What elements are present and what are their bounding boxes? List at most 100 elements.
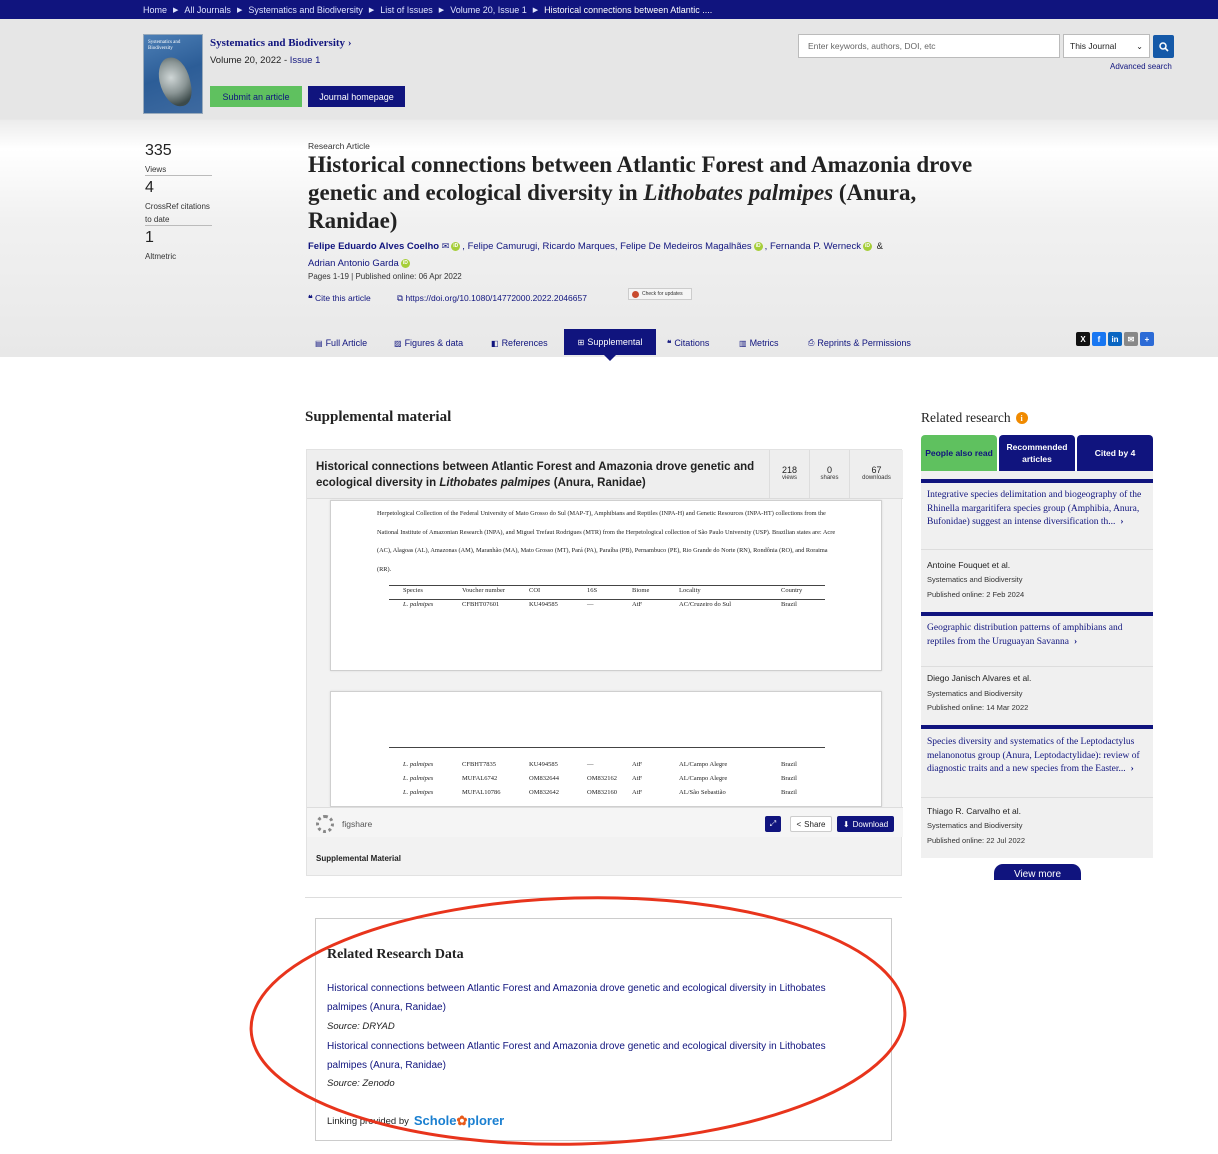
author-link[interactable]: Felipe Eduardo Alves Coelho: [308, 241, 439, 252]
related-author: Antoine Fouquet et al.: [927, 560, 1011, 570]
journal-title-link[interactable]: Systematics and Biodiversity ›: [210, 37, 351, 49]
related-data-link[interactable]: Historical connections between Atlantic …: [327, 1037, 857, 1075]
doi-text: https://doi.org/10.1080/14772000.2022.20…: [405, 293, 587, 303]
tab-people-also-read[interactable]: People also read: [921, 435, 997, 471]
scholexplorer-logo[interactable]: Schole✿plorer: [414, 1113, 504, 1129]
article-title: Historical connections between Atlantic …: [308, 151, 988, 235]
related-article-link[interactable]: Species diversity and systematics of the…: [927, 736, 1149, 777]
issue-link[interactable]: Issue 1: [290, 55, 321, 66]
tab-citations[interactable]: ❝ Citations: [667, 333, 709, 353]
chevron-right-icon: ›: [1130, 764, 1134, 774]
check-for-updates-button[interactable]: Check for updates: [628, 288, 692, 300]
chevron-right-icon: ▶: [532, 6, 539, 14]
tab-label: Full Article: [325, 338, 368, 348]
figshare-header: Historical connections between Atlantic …: [307, 450, 903, 499]
tab-supplemental[interactable]: ⊞ Supplemental: [564, 329, 656, 361]
search-input[interactable]: Enter keywords, authors, DOI, etc: [798, 34, 1060, 58]
table-rule: [389, 599, 825, 600]
info-icon[interactable]: i: [1015, 412, 1028, 424]
tab-metrics[interactable]: ▥ Metrics: [739, 333, 779, 353]
figshare-icon: [316, 815, 334, 833]
x-icon[interactable]: X: [1076, 332, 1090, 346]
related-data-link[interactable]: Historical connections between Atlantic …: [327, 979, 857, 1017]
shares-stat: 0 shares: [809, 450, 849, 498]
ampersand: &: [876, 241, 883, 252]
email-icon[interactable]: ✉: [1124, 332, 1138, 346]
author-link[interactable]: Fernanda P. Werneck: [770, 241, 861, 252]
figshare-logo[interactable]: figshare: [316, 815, 372, 833]
linkedin-icon[interactable]: in: [1108, 332, 1122, 346]
facebook-icon[interactable]: f: [1092, 332, 1106, 346]
table-cell: AC/Cruzeiro do Sul: [679, 601, 731, 608]
journal-cover-image[interactable]: Systematics and Biodiversity: [143, 34, 203, 114]
search-scope-select[interactable]: This Journal ⌄: [1063, 34, 1150, 58]
breadcrumb: Home ▶ All Journals ▶ Systematics and Biod…: [143, 0, 712, 19]
chevron-right-icon: ›: [347, 37, 352, 49]
related-data-heading: Related Research Data: [327, 947, 464, 962]
metric-divider: [145, 175, 212, 176]
table-cell: L. palmipes: [403, 775, 434, 782]
bar-chart-icon: ▥: [739, 338, 747, 348]
download-label: Download: [852, 819, 889, 829]
advanced-search-link[interactable]: Advanced search: [1110, 62, 1172, 71]
orcid-icon[interactable]: iD: [862, 241, 872, 251]
tab-figures-data[interactable]: ▨ Figures & data: [394, 333, 463, 353]
cite-article-link[interactable]: ❝ Cite this article: [308, 293, 371, 304]
item-divider: [921, 549, 1153, 550]
tab-references[interactable]: ◧ References: [491, 333, 548, 353]
breadcrumb-all-journals[interactable]: All Journals: [184, 5, 231, 15]
breadcrumb-volume[interactable]: Volume 20, Issue 1: [450, 5, 527, 15]
orcid-icon[interactable]: iD: [451, 241, 461, 251]
breadcrumb-home[interactable]: Home: [143, 5, 167, 15]
printer-icon: ⎙: [808, 338, 815, 347]
tab-label: Supplemental: [587, 337, 643, 347]
tab-reprints[interactable]: ⎙ Reprints & Permissions: [808, 333, 911, 353]
tab-label: References: [501, 338, 548, 348]
chevron-right-icon: ›: [1120, 517, 1124, 527]
orcid-icon[interactable]: iD: [400, 258, 410, 268]
related-article-link[interactable]: Integrative species delimitation and bio…: [927, 489, 1149, 530]
check-label: Check for updates: [642, 291, 683, 297]
author-link[interactable]: Felipe Camurugi: [468, 241, 538, 252]
share-button[interactable]: < Share: [790, 816, 832, 832]
file-title-end: (Anura, Ranidae): [550, 477, 646, 489]
article-type: Research Article: [308, 141, 370, 151]
crossref-count: 4: [145, 179, 154, 196]
share-icon[interactable]: +: [1140, 332, 1154, 346]
orcid-icon[interactable]: iD: [753, 241, 763, 251]
breadcrumb-journal[interactable]: Systematics and Biodiversity: [248, 5, 363, 15]
search-button[interactable]: [1153, 35, 1174, 58]
stat-value: 218: [781, 465, 798, 475]
volume-text: Volume 20, 2022 -: [210, 55, 290, 66]
related-article-link[interactable]: Geographic distribution patterns of amph…: [927, 622, 1149, 649]
document-page[interactable]: Herpetological Collection of the Federal…: [330, 500, 882, 671]
table-row: L. palmipes MUFAL10786 OM832642 OM832160…: [389, 789, 825, 803]
table-cell: Brazil: [781, 775, 797, 782]
linking-provider: Linking provided by Schole✿plorer: [327, 1113, 504, 1129]
item-divider: [921, 797, 1153, 798]
tab-full-article[interactable]: ▤ Full Article: [315, 333, 367, 353]
doi-link[interactable]: ⧉ https://doi.org/10.1080/14772000.2022.…: [397, 293, 587, 304]
document-page[interactable]: L. palmipes CFBHT7835 KU494585 — AtF AL/…: [330, 691, 882, 807]
tab-recommended-articles[interactable]: Recommended articles: [999, 435, 1075, 471]
author-link[interactable]: Adrian Antonio Garda: [308, 258, 399, 269]
metric-divider: [145, 225, 212, 226]
title-species: Lithobates palmipes: [643, 180, 834, 205]
journal-homepage-button[interactable]: Journal homepage: [308, 86, 405, 107]
author-link[interactable]: Ricardo Marques: [543, 241, 615, 252]
table-cell: L. palmipes: [403, 789, 434, 796]
expand-button[interactable]: ⤢: [765, 816, 781, 832]
author-link[interactable]: Felipe De Medeiros Magalhães: [620, 241, 751, 252]
stat-label: shares: [820, 475, 839, 481]
breadcrumb-issues[interactable]: List of Issues: [380, 5, 433, 15]
tab-cited-by[interactable]: Cited by 4: [1077, 435, 1153, 471]
plus-square-icon: ⊞: [577, 337, 585, 347]
related-author: Thiago R. Carvalho et al.: [927, 806, 1022, 816]
download-button[interactable]: ⬇ Download: [837, 816, 894, 832]
related-journal: Systematics and Biodiversity: [927, 689, 1023, 698]
submit-article-button[interactable]: Submit an article: [210, 86, 302, 107]
view-more-button[interactable]: View more: [994, 864, 1081, 880]
envelope-icon[interactable]: ✉: [442, 241, 450, 251]
table-cell: MUFAL10786: [462, 789, 501, 796]
author-list: Felipe Eduardo Alves Coelho ✉ iD, Felipe …: [308, 241, 883, 269]
